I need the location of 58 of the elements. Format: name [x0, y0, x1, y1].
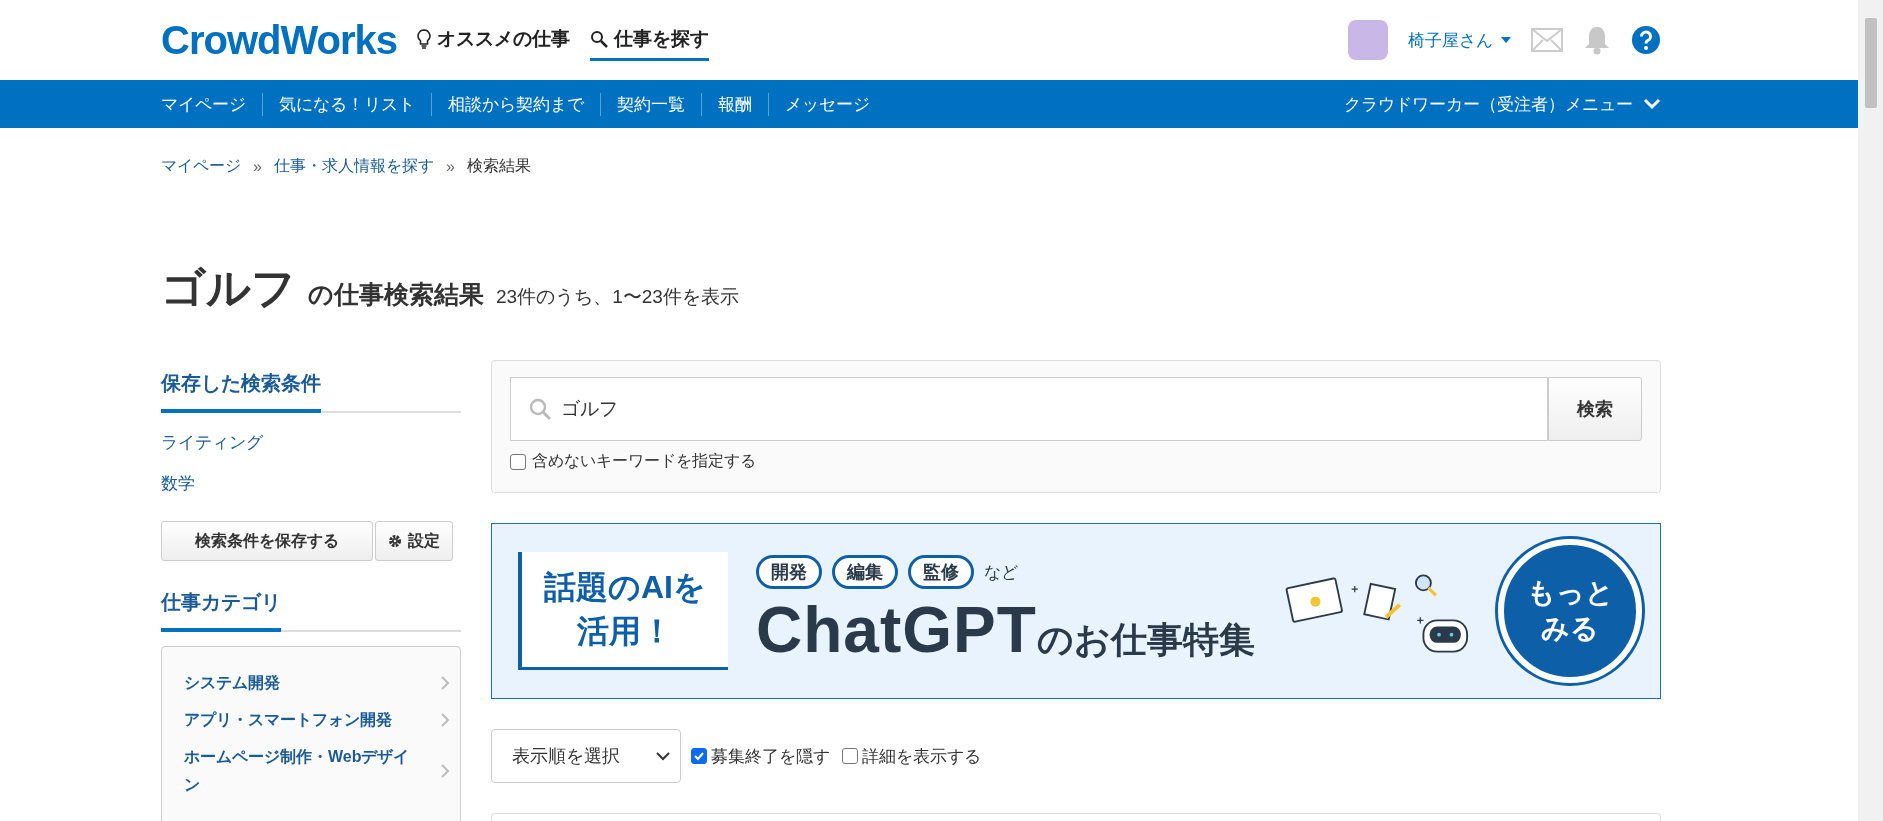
- chevron-icon: [440, 711, 450, 728]
- banner-subheadline: のお仕事特集: [1036, 618, 1255, 662]
- lightbulb-icon: [416, 28, 431, 49]
- checkbox[interactable]: [691, 748, 707, 764]
- nav-link[interactable]: メッセージ: [768, 92, 886, 116]
- banner-tag: 監修: [908, 555, 974, 589]
- search-button[interactable]: 検索: [1548, 377, 1642, 441]
- more-button[interactable]: もっと みる: [1498, 539, 1642, 683]
- saved-search-link[interactable]: 数学: [161, 472, 461, 495]
- chevron-down-icon: [656, 751, 670, 761]
- section-heading: 保存した検索条件: [161, 370, 321, 413]
- section-heading: 仕事カテゴリ: [161, 589, 281, 632]
- breadcrumb-item[interactable]: マイページ: [161, 156, 241, 177]
- checkbox-label[interactable]: 含めないキーワードを指定する: [532, 451, 756, 472]
- promo-banner[interactable]: 話題のAIを 活用！ 開発 編集 監修 など ChatGPTのお仕事特集 もっと みる: [491, 523, 1661, 699]
- search-icon: [528, 397, 552, 421]
- banner-headline: ChatGPT: [756, 593, 1037, 667]
- nav-link[interactable]: マイページ: [161, 92, 262, 116]
- header-link[interactable]: オススメの仕事: [416, 19, 570, 61]
- category-link[interactable]: ホームページ制作・Webデザイン: [184, 743, 414, 798]
- gear-icon: [388, 534, 402, 548]
- breadcrumb-separator: »: [445, 157, 455, 176]
- user-menu[interactable]: 椅子屋さん: [1408, 28, 1511, 52]
- sort-select[interactable]: 表示順を選択: [491, 729, 681, 783]
- help-icon[interactable]: [1631, 25, 1661, 55]
- checkbox[interactable]: [510, 453, 526, 470]
- chevron-icon: [440, 762, 450, 779]
- settings-button[interactable]: 設定: [375, 521, 453, 561]
- nav-link[interactable]: 相談から契約まで: [431, 92, 600, 116]
- page-title: の仕事検索結果: [308, 279, 484, 310]
- breadcrumb-item: 検索結果: [466, 156, 531, 176]
- category-link[interactable]: システム開発: [184, 669, 414, 697]
- search-icon: [589, 29, 608, 48]
- checkbox-label[interactable]: 詳細を表示する: [862, 744, 981, 768]
- chevron-icon: [440, 674, 450, 691]
- banner-tag: 編集: [832, 555, 898, 589]
- saved-search-link[interactable]: ライティング: [161, 431, 461, 454]
- nav-link[interactable]: 契約一覧: [600, 92, 701, 116]
- checkbox-label[interactable]: 募集終了を隠す: [711, 744, 830, 768]
- caret-icon: [1501, 37, 1511, 43]
- nav-link[interactable]: 気になる！リスト: [262, 92, 431, 116]
- breadcrumb-item[interactable]: 仕事・求人情報を探す: [273, 156, 434, 177]
- save-search-button[interactable]: 検索条件を保存する: [161, 521, 373, 561]
- worker-menu[interactable]: クラウドワーカー（受注者）メニュー: [1344, 92, 1661, 116]
- chevron-down-icon: [1643, 98, 1661, 110]
- result-count: 23件のうち、1〜23件を表示: [496, 285, 739, 309]
- banner-tag: 開発: [756, 555, 822, 589]
- banner-callout: 話題のAIを 活用！: [518, 552, 728, 670]
- breadcrumb-separator: »: [253, 157, 262, 176]
- header-link[interactable]: 仕事を探す: [589, 19, 709, 61]
- logo[interactable]: CrowdWorks: [161, 17, 397, 63]
- search-field[interactable]: ゴルフ: [510, 377, 1548, 441]
- banner-text: など: [984, 561, 1018, 584]
- scrollbar[interactable]: [1858, 0, 1883, 821]
- category-link[interactable]: アプリ・スマートフォン開発: [184, 706, 414, 734]
- search-keyword: ゴルフ: [161, 262, 296, 314]
- checkbox[interactable]: [842, 748, 858, 764]
- nav-link[interactable]: 報酬: [701, 92, 768, 116]
